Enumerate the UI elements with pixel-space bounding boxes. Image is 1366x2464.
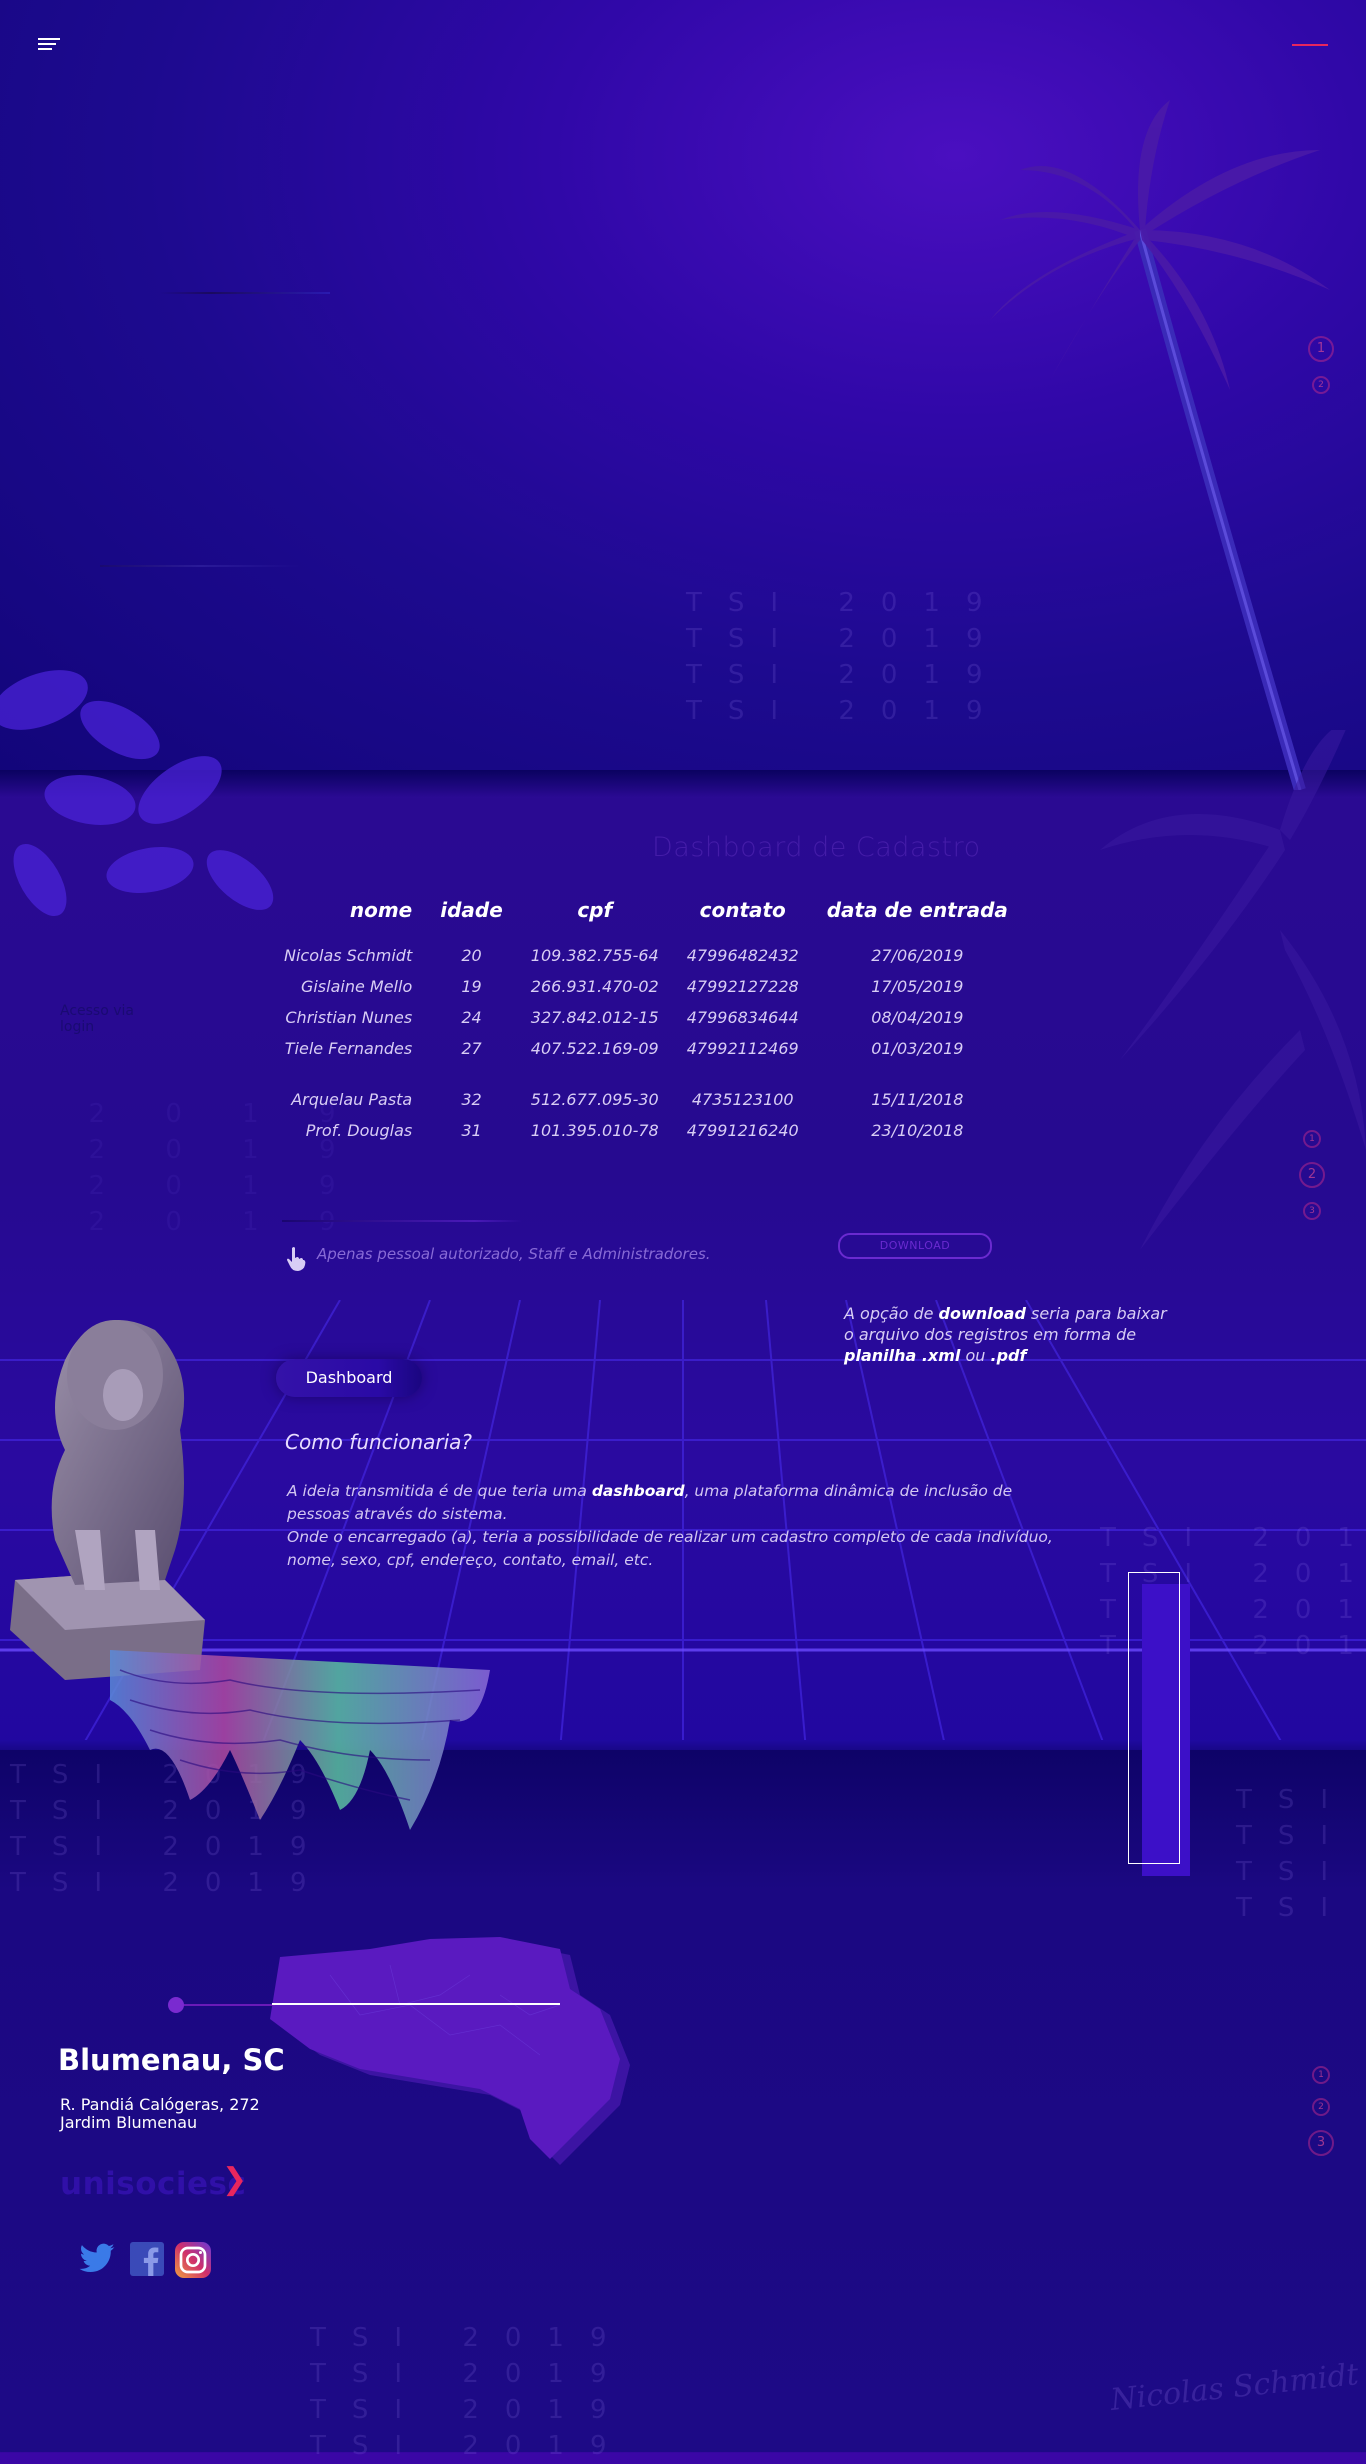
column-header: contato [699, 898, 786, 922]
table-row: Christian Nunes 24 327.842.012-15 479968… [270, 1002, 1022, 1033]
column-header: idade [440, 898, 503, 922]
decor-line [160, 292, 330, 294]
cell-age: 31 [461, 1121, 482, 1140]
table-row: Nicolas Schmidt 20 109.382.755-64 479964… [270, 940, 1022, 971]
table-row: Prof. Douglas 31 101.395.010-78 47991216… [270, 1115, 1022, 1146]
how-it-works-text: A ideia transmitida é de que teria uma d… [287, 1482, 1053, 1569]
cell-contact: 47996834644 [686, 1008, 799, 1027]
pager-dot[interactable]: 1 [1312, 2066, 1330, 2084]
palm-tree-image [990, 100, 1330, 790]
how-it-works-title: Como funcionaria? [285, 1430, 473, 1454]
cell-age: 24 [461, 1008, 482, 1027]
street-address: R. Pandiá Calógeras, 272 [60, 2095, 260, 2114]
instagram-icon[interactable] [175, 2242, 211, 2278]
column-header: cpf [577, 898, 613, 922]
cell-cpf: 327.842.012-15 [530, 1008, 659, 1027]
cell-name: Tiele Fernandes [284, 1039, 413, 1058]
cell-name: Gislaine Mello [300, 977, 413, 996]
table-spacer [270, 1064, 1022, 1084]
cell-date: 27/06/2019 [871, 946, 964, 965]
cell-cpf: 109.382.755-64 [530, 946, 659, 965]
unisociesc-logo[interactable]: unisociesc [60, 2166, 246, 2202]
facebook-icon[interactable] [130, 2242, 164, 2276]
dashboard-button[interactable]: Dashboard [276, 1359, 422, 1397]
cell-name: Arquelau Pasta [291, 1090, 413, 1109]
lion-statue-image [10, 1320, 205, 1680]
table-row: Arquelau Pasta 32 512.677.095-30 4735123… [270, 1084, 1022, 1115]
cell-name: Prof. Douglas [305, 1121, 413, 1140]
santa-catarina-map-image [270, 1937, 630, 2165]
cell-contact: 47992127228 [686, 977, 799, 996]
cell-age: 32 [461, 1090, 482, 1109]
accent-line [1292, 44, 1328, 46]
tsi-watermark: TSI TSI TSI TSI [1236, 1785, 1355, 1923]
cell-cpf: 407.522.169-09 [530, 1039, 659, 1058]
cell-date: 01/03/2019 [871, 1039, 964, 1058]
cell-name: Christian Nunes [285, 1008, 413, 1027]
cell-contact: 47992112469 [686, 1039, 799, 1058]
cell-date: 15/11/2018 [871, 1090, 964, 1109]
footer-pager: 1 2 3 [1306, 2066, 1336, 2170]
hamburger-menu-icon[interactable] [38, 38, 60, 54]
cell-age: 27 [461, 1039, 482, 1058]
cell-date: 17/05/2019 [871, 977, 964, 996]
decor-frame [1128, 1572, 1180, 1864]
cell-cpf: 266.931.470-02 [530, 977, 659, 996]
cell-cpf: 101.395.010-78 [530, 1121, 659, 1140]
cell-name: Nicolas Schmidt [284, 946, 413, 965]
column-header: nome [349, 898, 413, 922]
city-name: Blumenau, SC [58, 2043, 285, 2077]
logo-arrow-icon: ❯ [222, 2162, 248, 2197]
cell-contact: 4735123100 [691, 1090, 794, 1109]
district-name: Jardim Blumenau [60, 2113, 198, 2132]
melting-hologram-image [110, 1650, 490, 1830]
download-description: A opção de download seria para baixar o … [844, 1304, 1167, 1365]
cell-cpf: 512.677.095-30 [530, 1090, 659, 1109]
tsi-watermark: TSI 2019TSI 2019TSI 2019TSI 2019 [310, 2323, 633, 2461]
column-header: data de entrada [826, 898, 1008, 922]
table-header-row: nome idade cpf contato data de entrada [270, 898, 1022, 940]
authorization-note: Apenas pessoal autorizado, Staff e Admin… [317, 1245, 711, 1263]
table-row: Tiele Fernandes 27 407.522.169-09 479921… [270, 1033, 1022, 1064]
cell-date: 23/10/2018 [871, 1121, 964, 1140]
pager-dot[interactable]: 2 [1312, 2098, 1330, 2116]
download-button[interactable]: DOWNLOAD [838, 1233, 992, 1259]
cell-contact: 47991216240 [686, 1121, 799, 1140]
footer-decor-line [272, 2003, 560, 2005]
pager-dot[interactable]: 3 [1308, 2130, 1334, 2156]
footer-decor-line [175, 2004, 275, 2006]
separator-line [282, 1220, 522, 1222]
tsi-watermark: TSI 2019TSI 2019TSI 2019TSI 2019 [686, 588, 1009, 726]
dashboard-title: Dashboard de Cadastro [652, 832, 981, 863]
pointer-hand-icon [287, 1247, 306, 1271]
twitter-icon[interactable] [78, 2240, 116, 2278]
palm-fronds-image [1100, 730, 1366, 1250]
login-link[interactable]: Acesso via login [60, 1003, 150, 1035]
registry-table: nome idade cpf contato data de entrada N… [270, 898, 1022, 1146]
cell-age: 19 [461, 977, 482, 996]
decor-line [100, 565, 300, 567]
footer-decor-dot [168, 1997, 184, 2013]
cell-age: 20 [461, 946, 482, 965]
cell-date: 08/04/2019 [871, 1008, 964, 1027]
cell-contact: 47996482432 [686, 946, 799, 965]
table-row: Gislaine Mello 19 266.931.470-02 4799212… [270, 971, 1022, 1002]
